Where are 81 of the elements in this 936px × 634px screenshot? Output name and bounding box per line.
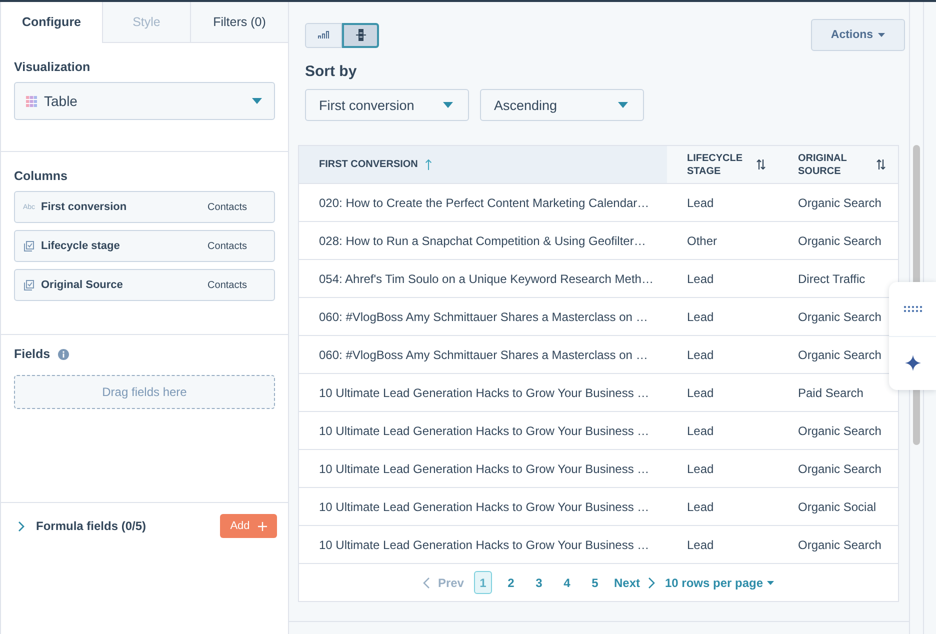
- dots-grid-icon[interactable]: [904, 306, 922, 312]
- table-cell-text: 054: Ahref's Tim Soulo on a Unique Keyword Research Meth…: [318, 270, 654, 288]
- page-button[interactable]: 4: [558, 571, 576, 594]
- section-heading: Fields: [14, 346, 50, 362]
- sort-direction-dropdown[interactable]: Ascending: [480, 89, 644, 121]
- table-cell-text: Organic Search: [797, 346, 882, 364]
- sort-up-icon: [424, 159, 432, 170]
- checklist-icon: [23, 240, 34, 252]
- column-header[interactable]: ORIGINAL SOURCE: [778, 146, 898, 183]
- grid-icon: [26, 96, 37, 106]
- caret-icon: [878, 33, 886, 37]
- column-name: Original Source: [41, 279, 123, 291]
- column-header[interactable]: LIFECYCLE STAGE: [667, 146, 778, 183]
- caret-icon: [443, 102, 453, 108]
- table-cell-text: Lead: [686, 460, 715, 478]
- sort-icon: [756, 159, 766, 170]
- bar-chart-icon: [318, 31, 329, 39]
- table-cell-text: Organic Search: [797, 536, 882, 554]
- sparkle-icon[interactable]: [904, 355, 920, 372]
- table-cell-text: 10 Ultimate Lead Generation Hacks to Grow Your Business …: [318, 384, 650, 402]
- table-view-button[interactable]: [342, 22, 379, 48]
- chevron-right-icon: [648, 576, 655, 588]
- table-cell-text: 028: How to Run a Snapchat Competition & Using Geofilter…: [318, 232, 647, 250]
- column-item[interactable]: Lifecycle stage Contacts: [14, 230, 275, 262]
- column-name: First conversion: [41, 201, 127, 213]
- sort-icon: [876, 159, 886, 170]
- caret-icon: [618, 102, 628, 108]
- actions-button[interactable]: Actions: [811, 19, 905, 51]
- table-cell-text: Lead: [686, 498, 715, 516]
- table-cell-text: Lead: [686, 384, 715, 402]
- drop-zone[interactable]: Drag fields here: [14, 375, 275, 409]
- formula-fields-label: Formula fields (0/5): [36, 519, 146, 533]
- column-source: Contacts: [208, 280, 247, 290]
- chevron-right-icon[interactable]: [18, 520, 25, 532]
- chevron-left-icon: [422, 576, 430, 588]
- table-cell-text: 10 Ultimate Lead Generation Hacks to Grow Your Business …: [318, 498, 650, 516]
- table-cell-text: Organic Search: [797, 194, 882, 212]
- table-cell-text: Organic Search: [797, 460, 882, 478]
- table-cell-text: Organic Search: [797, 232, 882, 250]
- page-button[interactable]: 3: [530, 571, 548, 594]
- table-cell-text: 10 Ultimate Lead Generation Hacks to Grow Your Business …: [318, 536, 650, 554]
- caret-icon: [252, 98, 262, 104]
- sort-by-label: Sort by: [305, 63, 357, 81]
- table-cell-text: 020: How to Create the Perfect Content Marketing Calendar…: [318, 194, 650, 212]
- table-cell-text: Organic Social: [797, 498, 878, 516]
- table-cell-text: 10 Ultimate Lead Generation Hacks to Grow Your Business …: [318, 422, 650, 440]
- column-item[interactable]: Original Source Contacts: [14, 269, 275, 301]
- plus-icon: [258, 522, 267, 530]
- column-source: Contacts: [208, 240, 247, 252]
- checklist-icon: [23, 280, 34, 290]
- rows-per-page-dropdown[interactable]: 10 rows per page: [665, 576, 774, 590]
- tab[interactable]: Filters (0): [190, 2, 288, 43]
- section-heading: Columns: [14, 168, 68, 184]
- table-cell-text: 10 Ultimate Lead Generation Hacks to Grow Your Business …: [318, 460, 650, 478]
- table-cell-text: Paid Search: [797, 384, 864, 402]
- table-cell-text: Lead: [686, 536, 715, 554]
- caret-icon: [767, 580, 774, 584]
- add-button[interactable]: Add: [220, 514, 277, 538]
- table-cell-text: Direct Traffic: [797, 270, 866, 288]
- chart-view-button[interactable]: [305, 22, 342, 48]
- table-cell-text: 060: #VlogBoss Amy Schmittauer Shares a Masterclass on …: [318, 346, 649, 364]
- table-cell-text: Lead: [686, 346, 715, 364]
- table-icon: [356, 29, 366, 41]
- section-heading: Visualization: [14, 59, 90, 75]
- table-cell-text: Lead: [686, 270, 715, 288]
- table-cell-text: Other: [686, 232, 718, 250]
- table-cell-text: Lead: [686, 194, 715, 212]
- next-button[interactable]: Next: [614, 576, 655, 590]
- table-cell-text: Lead: [686, 422, 715, 440]
- column-name: Lifecycle stage: [41, 240, 120, 252]
- column-source: Contacts: [208, 202, 247, 212]
- page-button[interactable]: 5: [586, 571, 604, 594]
- table-cell-text: Organic Search: [797, 422, 882, 440]
- column-header[interactable]: FIRST CONVERSION: [299, 146, 667, 183]
- table-cell-text: Lead: [686, 308, 715, 326]
- visualization-dropdown[interactable]: Table: [14, 82, 275, 120]
- info-icon[interactable]: [58, 348, 70, 360]
- table-cell-text: 060: #VlogBoss Amy Schmittauer Shares a Masterclass on …: [318, 308, 649, 326]
- sort-field-dropdown[interactable]: First conversion: [305, 89, 469, 121]
- page-button[interactable]: 2: [502, 571, 520, 594]
- table-cell-text: Organic Search: [797, 308, 882, 326]
